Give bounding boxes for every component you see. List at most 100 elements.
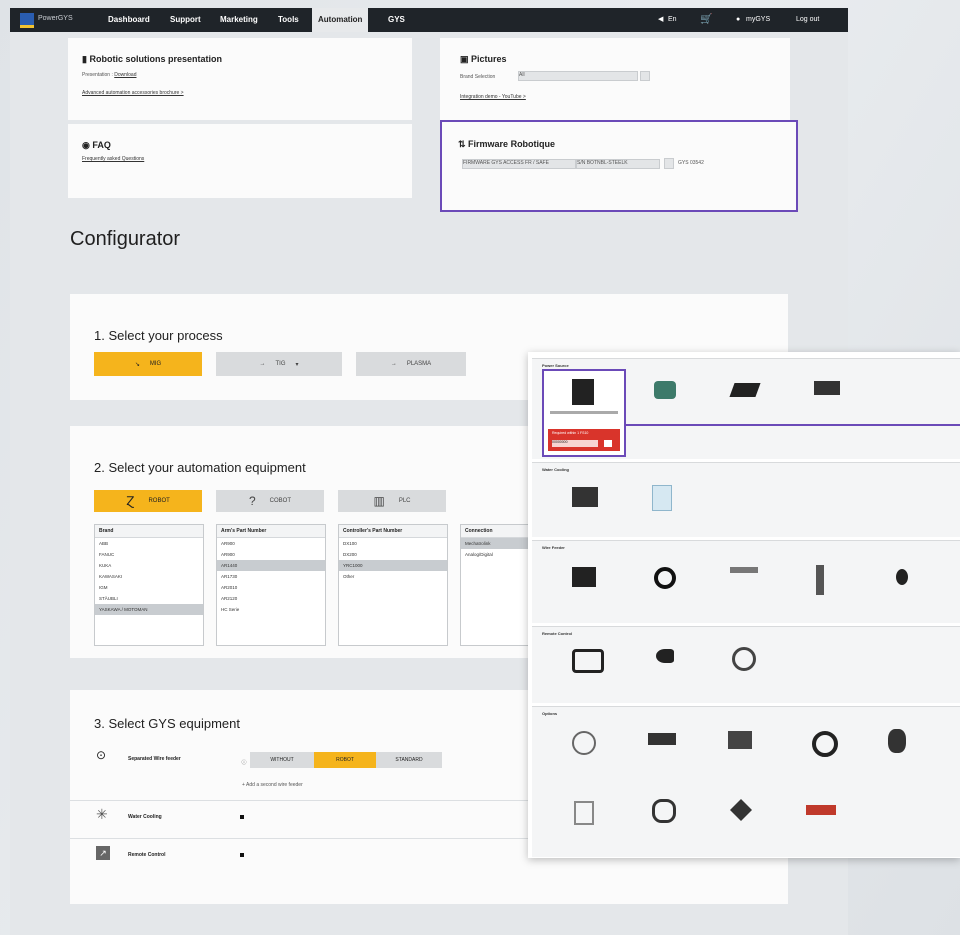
- robotic-card: ▮ Robotic solutions presentation Present…: [68, 38, 412, 120]
- youtube-link[interactable]: Integration demo - YouTube >: [460, 94, 526, 100]
- brand-list[interactable]: Brand ABB FANUC KUKA KAWASAKI IGM STÄUBL…: [94, 524, 204, 646]
- arm-list[interactable]: Arm's Part Number AR900 AR900 AR1440 AR1…: [216, 524, 326, 646]
- process-mig-button[interactable]: ↘ MIG: [94, 352, 202, 376]
- product-icon[interactable]: [654, 567, 676, 589]
- product-icon[interactable]: [572, 487, 598, 507]
- pictures-card: ▣ Pictures Brand Selection All Integrati…: [440, 38, 790, 120]
- remote-control-toggle[interactable]: [240, 853, 244, 857]
- connector-line: [626, 424, 960, 426]
- firmware-select[interactable]: FIRMWARE GYS ACCESS FR / SAFE: [462, 159, 576, 169]
- product-icon[interactable]: [730, 567, 758, 573]
- product-icon[interactable]: [572, 567, 596, 587]
- firmware-title: ⇅ Firmware Robotique: [458, 139, 556, 149]
- selected-product[interactable]: Required within 1 FS10 00000000: [542, 369, 626, 457]
- controller-list-header: Controller's Part Number: [339, 525, 447, 538]
- list-item[interactable]: YRC1000: [339, 560, 447, 571]
- step2-title: 2. Select your automation equipment: [94, 460, 306, 475]
- lang-label[interactable]: En: [668, 8, 677, 32]
- product-icon[interactable]: [648, 733, 676, 745]
- power-source-product-icon: [572, 379, 594, 405]
- water-cooling-toggle[interactable]: [240, 815, 244, 819]
- product-icon[interactable]: [574, 801, 594, 825]
- add-wire-feeder-link[interactable]: + Add a second wire feeder: [242, 782, 303, 788]
- product-icon[interactable]: [572, 649, 604, 673]
- alert-select[interactable]: 00000000: [552, 440, 598, 447]
- process-plasma-button[interactable]: → PLASMA: [356, 352, 466, 376]
- nav-dashboard[interactable]: Dashboard: [108, 8, 150, 32]
- list-item[interactable]: HC Serie: [217, 604, 325, 615]
- list-item[interactable]: STÄUBLI: [95, 593, 203, 604]
- product-icon[interactable]: [729, 383, 761, 397]
- firmware-code: GYS 03542: [678, 160, 704, 166]
- water-cooling-label: Water Cooling: [128, 814, 162, 820]
- product-icon[interactable]: [652, 799, 676, 823]
- product-icon[interactable]: [730, 799, 752, 821]
- cart-icon[interactable]: 🛒: [700, 8, 712, 32]
- wire-standard-button[interactable]: STANDARD: [376, 752, 442, 768]
- list-item[interactable]: KAWASAKI: [95, 571, 203, 582]
- list-item[interactable]: AR2120: [217, 593, 325, 604]
- nav-support[interactable]: Support: [170, 8, 201, 32]
- download-icon[interactable]: [664, 158, 674, 169]
- product-icon[interactable]: [814, 381, 840, 395]
- nav-gys[interactable]: GYS: [388, 8, 405, 32]
- tig-label: TIG: [275, 361, 286, 367]
- list-item[interactable]: AR900: [217, 538, 325, 549]
- brand-select-go[interactable]: [640, 71, 650, 81]
- list-item[interactable]: AR1730: [217, 571, 325, 582]
- serial-select[interactable]: S/N BOTNBL-STEELK: [576, 159, 660, 169]
- robotic-title-text: Robotic solutions presentation: [89, 54, 222, 64]
- product-icon[interactable]: [732, 647, 756, 671]
- lang-icon[interactable]: ◀: [658, 8, 663, 32]
- faq-link[interactable]: Frequently asked Questions: [82, 156, 144, 162]
- logout-link[interactable]: Log out: [796, 8, 819, 32]
- list-item[interactable]: IGM: [95, 582, 203, 593]
- product-icon[interactable]: [572, 731, 596, 755]
- logo-icon[interactable]: [20, 13, 34, 28]
- nav-automation[interactable]: Automation: [312, 8, 369, 32]
- pictures-select-label: Brand Selection: [460, 74, 496, 80]
- user-name[interactable]: myGYS: [746, 8, 770, 32]
- list-item[interactable]: Other: [339, 571, 447, 582]
- download-link[interactable]: Download: [114, 72, 136, 78]
- product-icon[interactable]: [896, 569, 908, 585]
- product-icon[interactable]: [806, 805, 836, 815]
- remote-control-section: Remote Control: [532, 626, 960, 703]
- nav-marketing[interactable]: Marketing: [220, 8, 258, 32]
- wire-without-button[interactable]: WITHOUT: [250, 752, 314, 768]
- robot-label: ROBOT: [148, 498, 170, 504]
- alert-button[interactable]: [604, 440, 612, 447]
- firmware-title-text: Firmware Robotique: [468, 139, 556, 149]
- list-item[interactable]: DX200: [339, 549, 447, 560]
- list-item[interactable]: DX100: [339, 538, 447, 549]
- wire-robot-button[interactable]: ROBOT: [314, 752, 376, 768]
- robotic-line-label: Presentation: [82, 72, 111, 78]
- firmware-card: ⇅ Firmware Robotique FIRMWARE GYS ACCESS…: [440, 120, 798, 212]
- process-tig-button[interactable]: → TIG ▾: [216, 352, 342, 376]
- equipment-robot-button[interactable]: ɀ ROBOT: [94, 490, 202, 512]
- equipment-cobot-button[interactable]: ? COBOT: [216, 490, 324, 512]
- controller-list[interactable]: Controller's Part Number DX100 DX200 YRC…: [338, 524, 448, 646]
- product-icon[interactable]: [816, 565, 824, 595]
- brand-select[interactable]: All: [518, 71, 638, 81]
- product-icon[interactable]: [654, 381, 676, 399]
- brochure-link[interactable]: Advanced automation accessories brochure…: [82, 90, 184, 96]
- list-item[interactable]: KUKA: [95, 560, 203, 571]
- water-cooling-icon: ✳: [96, 806, 108, 822]
- equipment-plc-button[interactable]: ▥ PLC: [338, 490, 446, 512]
- product-icon[interactable]: [656, 649, 674, 663]
- product-icon[interactable]: [652, 485, 672, 511]
- list-item[interactable]: ABB: [95, 538, 203, 549]
- product-name: [550, 411, 618, 414]
- product-icon[interactable]: [812, 731, 838, 757]
- plc-label: PLC: [398, 498, 411, 504]
- list-item[interactable]: AR2010: [217, 582, 325, 593]
- list-item[interactable]: YASKAWA / MOTOMAN: [95, 604, 203, 615]
- nav-tools[interactable]: Tools: [278, 8, 299, 32]
- product-icon[interactable]: [888, 729, 906, 753]
- mig-label: MIG: [149, 361, 162, 367]
- list-item[interactable]: AR900: [217, 549, 325, 560]
- list-item[interactable]: FANUC: [95, 549, 203, 560]
- list-item[interactable]: AR1440: [217, 560, 325, 571]
- product-icon[interactable]: [728, 731, 752, 749]
